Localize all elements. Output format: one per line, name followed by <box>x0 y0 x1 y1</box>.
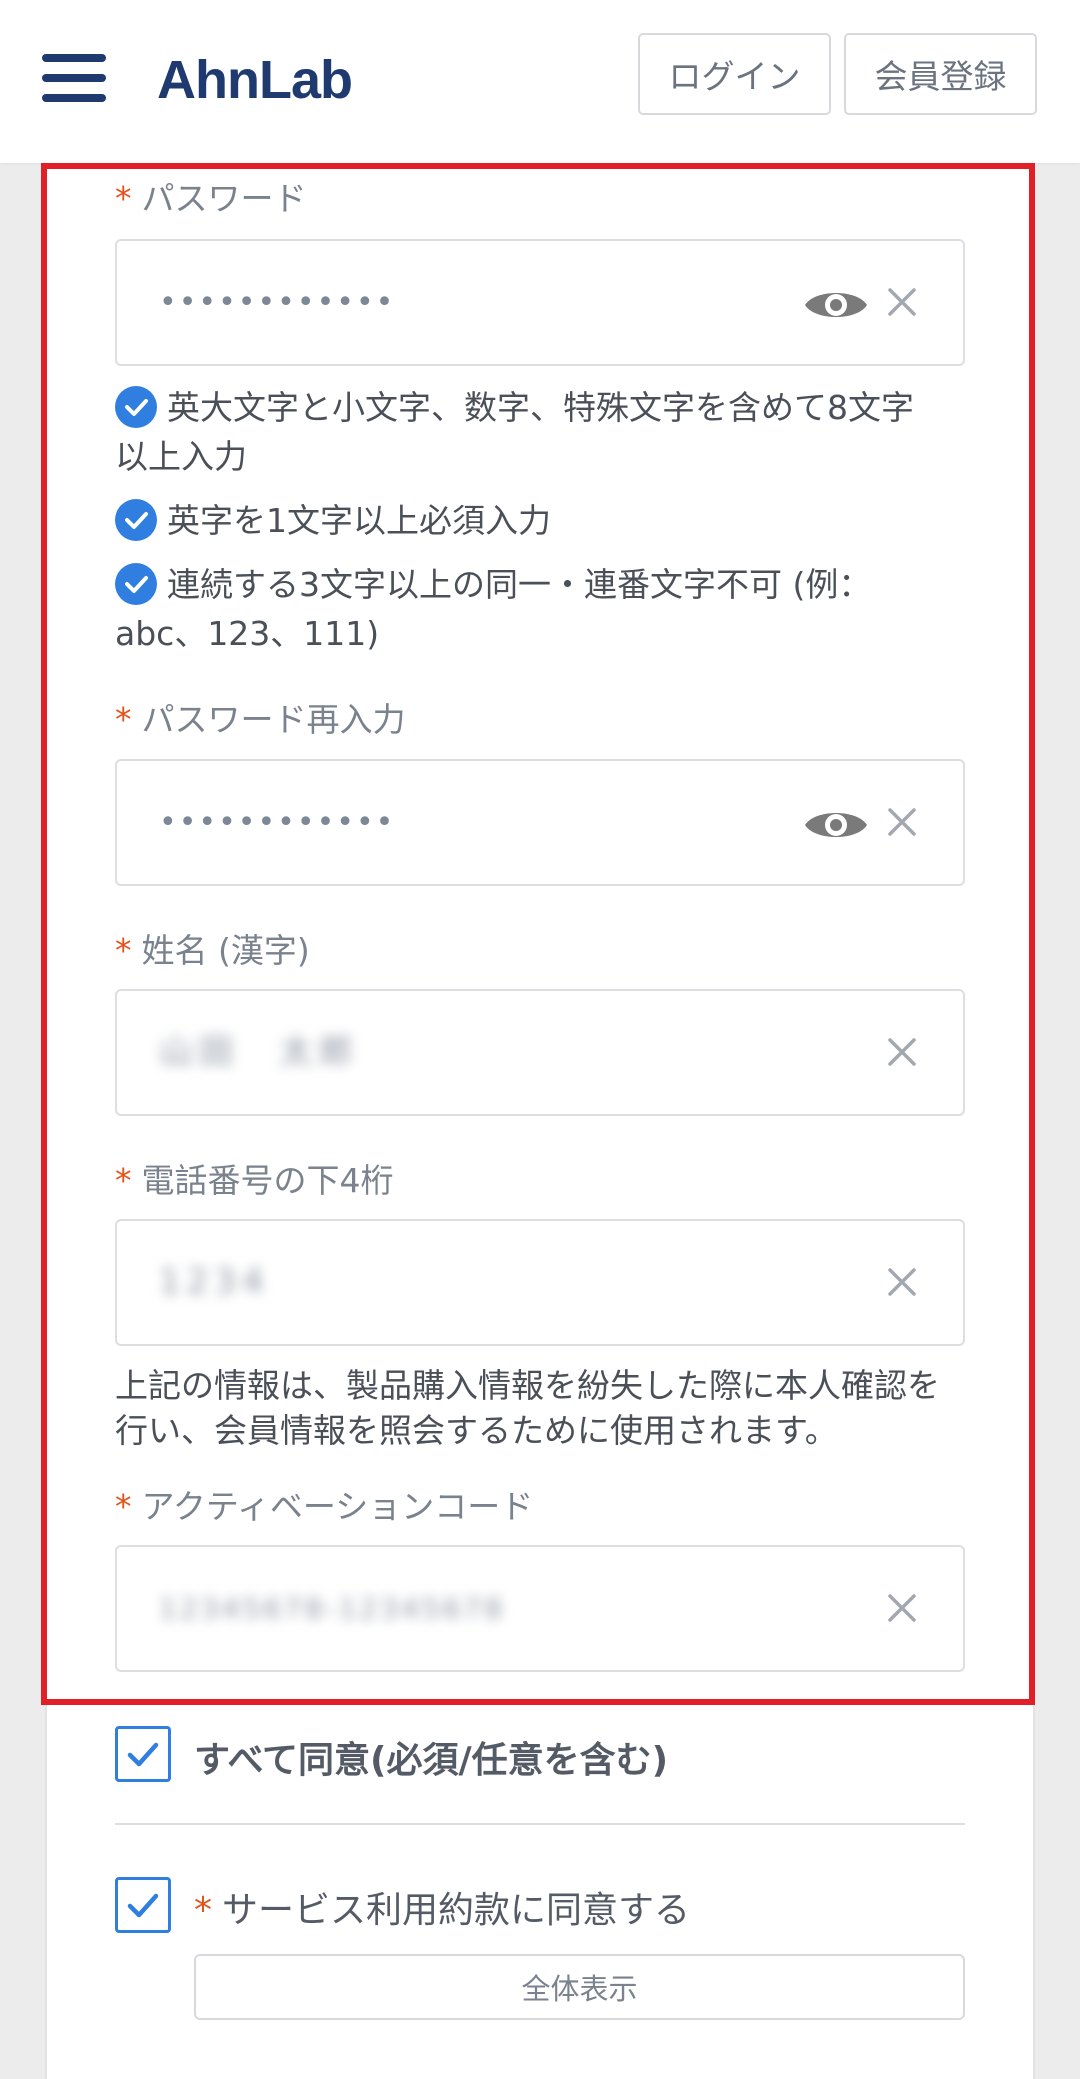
phone-value: 1234 <box>159 1262 270 1302</box>
password-confirm-label: * パスワード再入力 <box>115 700 406 739</box>
activation-value: 12345678-12345678 <box>159 1592 506 1625</box>
agree-tos-checkbox[interactable] <box>115 1877 171 1933</box>
activation-label: * アクティベーションコード <box>115 1487 534 1526</box>
password-value: •••••••••••• <box>159 285 396 320</box>
password-field[interactable]: •••••••••••• <box>115 239 965 366</box>
password-confirm-field[interactable]: •••••••••••• <box>115 759 965 886</box>
divider <box>115 1823 965 1825</box>
phone-label: * 電話番号の下4桁 <box>115 1161 394 1200</box>
menu-icon[interactable] <box>42 54 106 102</box>
required-mark: * <box>115 700 132 739</box>
name-label: * 姓名 (漢字) <box>115 931 310 970</box>
name-field[interactable]: 山田 太郎 <box>115 989 965 1116</box>
required-mark: * <box>194 1890 212 1931</box>
check-circle-icon <box>115 563 157 605</box>
check-circle-icon <box>115 499 157 541</box>
clear-icon[interactable] <box>877 277 927 327</box>
checkmark-icon <box>127 1742 159 1767</box>
check-circle-icon <box>115 386 157 428</box>
checkmark-icon <box>127 1893 159 1918</box>
name-value: 山田 太郎 <box>159 1032 359 1072</box>
activation-field[interactable]: 12345678-12345678 <box>115 1545 965 1672</box>
clear-icon[interactable] <box>877 1257 927 1307</box>
password-confirm-value: •••••••••••• <box>159 805 396 840</box>
password-label: * パスワード <box>115 179 307 218</box>
header: AhnLab ログイン 会員登録 <box>0 0 1080 163</box>
eye-icon[interactable] <box>803 285 869 325</box>
password-rule-1: 英大文字と小文字、数字、特殊文字を含めて8文字以上入力 <box>115 386 914 476</box>
eye-icon[interactable] <box>803 805 869 845</box>
required-mark: * <box>115 1161 132 1200</box>
agree-all-checkbox[interactable] <box>115 1726 171 1782</box>
agree-tos-label[interactable]: * サービス利用約款に同意する <box>194 1881 690 1933</box>
phone-field[interactable]: 1234 <box>115 1219 965 1346</box>
clear-icon[interactable] <box>877 1027 927 1077</box>
clear-icon[interactable] <box>877 797 927 847</box>
required-mark: * <box>115 179 132 218</box>
required-mark: * <box>115 1487 132 1526</box>
ahnlab-logo[interactable]: AhnLab <box>157 45 353 115</box>
agree-all-label[interactable]: すべて同意(必須/任意を含む) <box>194 1731 668 1783</box>
login-button[interactable]: ログイン <box>638 33 831 115</box>
info-note: 上記の情報は、製品購入情報を紛失した際に本人確認を行い、会員情報を照会するために… <box>115 1366 940 1450</box>
show-all-button[interactable]: 全体表示 <box>194 1954 965 2020</box>
clear-icon[interactable] <box>877 1583 927 1633</box>
required-mark: * <box>115 931 132 970</box>
password-rule-3: 連続する3文字以上の同一・連番文字不可 (例：abc、123、111) <box>115 563 872 653</box>
password-rule-2: 英字を1文字以上必須入力 <box>115 496 945 545</box>
register-button[interactable]: 会員登録 <box>844 33 1037 115</box>
